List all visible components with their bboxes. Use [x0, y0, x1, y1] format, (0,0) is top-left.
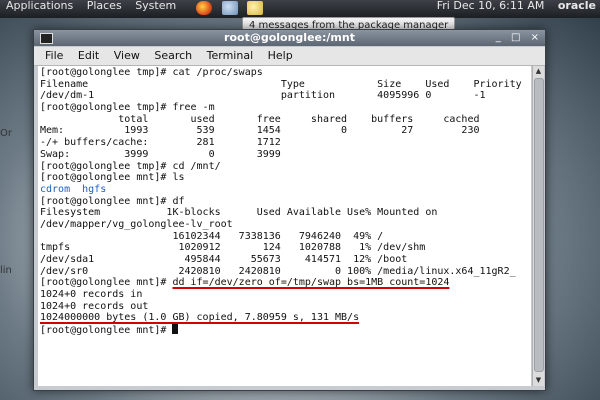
- minimize-icon[interactable]: _: [496, 32, 501, 43]
- scrollbar-thumb[interactable]: [534, 78, 544, 372]
- panel-status: Fri Dec 10, 6:11 AM oracle: [427, 0, 596, 15]
- clock[interactable]: Fri Dec 10, 6:11 AM: [437, 0, 545, 12]
- terminal-line: [root@golonglee mnt]# df: [40, 195, 185, 207]
- text-cursor: [172, 324, 179, 335]
- panel-menu-applications[interactable]: Applications: [6, 0, 73, 12]
- menu-bar: File Edit View Search Terminal Help: [34, 47, 545, 66]
- menu-edit[interactable]: Edit: [78, 49, 99, 62]
- highlighted-output: dd if=/dev/zero of=/tmp/swap bs=1MB coun…: [172, 277, 450, 289]
- terminal-line: Filesystem 1K-blocks Used Available Use%…: [40, 207, 438, 219]
- terminal-line: 1024+0 records in: [40, 289, 143, 301]
- window-controls: _ □ ×: [489, 30, 539, 46]
- menu-file[interactable]: File: [45, 49, 63, 62]
- scroll-down-icon[interactable]: ▼: [533, 375, 544, 386]
- terminal-line: /dev/sr0 2420810 2420810 0 100% /media/l…: [40, 265, 516, 277]
- terminal-line: /dev/dm-1 partition 4095996 0 -1: [40, 90, 486, 102]
- menu-terminal[interactable]: Terminal: [207, 49, 254, 62]
- terminal-output[interactable]: [root@golonglee tmp]# cat /proc/swaps Fil…: [38, 66, 531, 386]
- mail-launcher-icon[interactable]: [221, 1, 238, 15]
- terminal-line: [root@golonglee tmp]# cat /proc/swaps: [40, 67, 263, 78]
- terminal-line: [root@golonglee mnt]#: [40, 324, 522, 336]
- terminal-line: [root@golonglee mnt]# ls: [40, 172, 185, 184]
- scroll-up-icon[interactable]: ▲: [533, 66, 544, 77]
- menu-help[interactable]: Help: [268, 49, 293, 62]
- user-menu[interactable]: oracle: [558, 0, 596, 12]
- line-prefix: [root@golonglee mnt]#: [40, 277, 173, 289]
- terminal-line: /dev/sda1 495844 55673 414571 12% /boot: [40, 254, 408, 265]
- menu-view[interactable]: View: [114, 49, 140, 62]
- terminal-line: Mem: 1993 539 1454 0 27 230: [40, 125, 480, 137]
- terminal-lines: [root@golonglee tmp]# cat /proc/swaps Fil…: [40, 67, 522, 336]
- desktop-icon-label: Or: [0, 128, 12, 139]
- terminal-line: -/+ buffers/cache: 281 1712: [40, 137, 281, 149]
- terminal-line: [root@golonglee mnt]# dd if=/dev/zero of…: [40, 277, 522, 289]
- maximize-icon[interactable]: □: [511, 32, 520, 43]
- highlighted-output: 1024000000 bytes (1.0 GB) copied, 7.8095…: [40, 312, 360, 324]
- terminal-line: Swap: 3999 0 3999: [40, 148, 281, 160]
- title-bar[interactable]: root@golonglee:/mnt _ □ ×: [34, 30, 545, 46]
- terminal-line: Filename Type Size Used Priority: [40, 78, 522, 90]
- panel-menu-system[interactable]: System: [135, 0, 176, 12]
- panel-menu-places[interactable]: Places: [87, 0, 122, 12]
- menu-search[interactable]: Search: [154, 49, 192, 62]
- terminal-line: [root@golonglee tmp]# free -m: [40, 102, 215, 114]
- close-icon[interactable]: ×: [531, 32, 539, 43]
- terminal-window: root@golonglee:/mnt _ □ × File Edit View…: [33, 29, 546, 391]
- browser-launcher-icon[interactable]: [196, 1, 212, 15]
- terminal-line: 1024000000 bytes (1.0 GB) copied, 7.8095…: [40, 312, 522, 324]
- terminal-line: tmpfs 1020912 124 1020788 1% /dev/shm: [40, 242, 426, 254]
- terminal-line: total used free shared buffers cached: [40, 113, 480, 125]
- terminal-line: 16102344 7338136 7946240 49% /: [40, 230, 384, 242]
- window-title: root@golonglee:/mnt: [224, 31, 355, 44]
- terminal-line: cdrom hgfs: [40, 183, 107, 195]
- panel-menu: Applications Places System: [6, 0, 186, 15]
- panel-launchers: [196, 1, 269, 17]
- terminal-line: 1024+0 records out: [40, 300, 149, 312]
- terminal-line: [root@golonglee tmp]# cd /mnt/: [40, 160, 221, 172]
- desktop-icon-label: lin: [0, 265, 12, 276]
- terminal-line: /dev/mapper/vg_golonglee-lv_root: [40, 218, 233, 230]
- notes-launcher-icon[interactable]: [247, 1, 263, 15]
- top-panel: Applications Places System Fri Dec 10, 6…: [0, 0, 600, 18]
- vertical-scrollbar[interactable]: ▲ ▼: [532, 66, 544, 386]
